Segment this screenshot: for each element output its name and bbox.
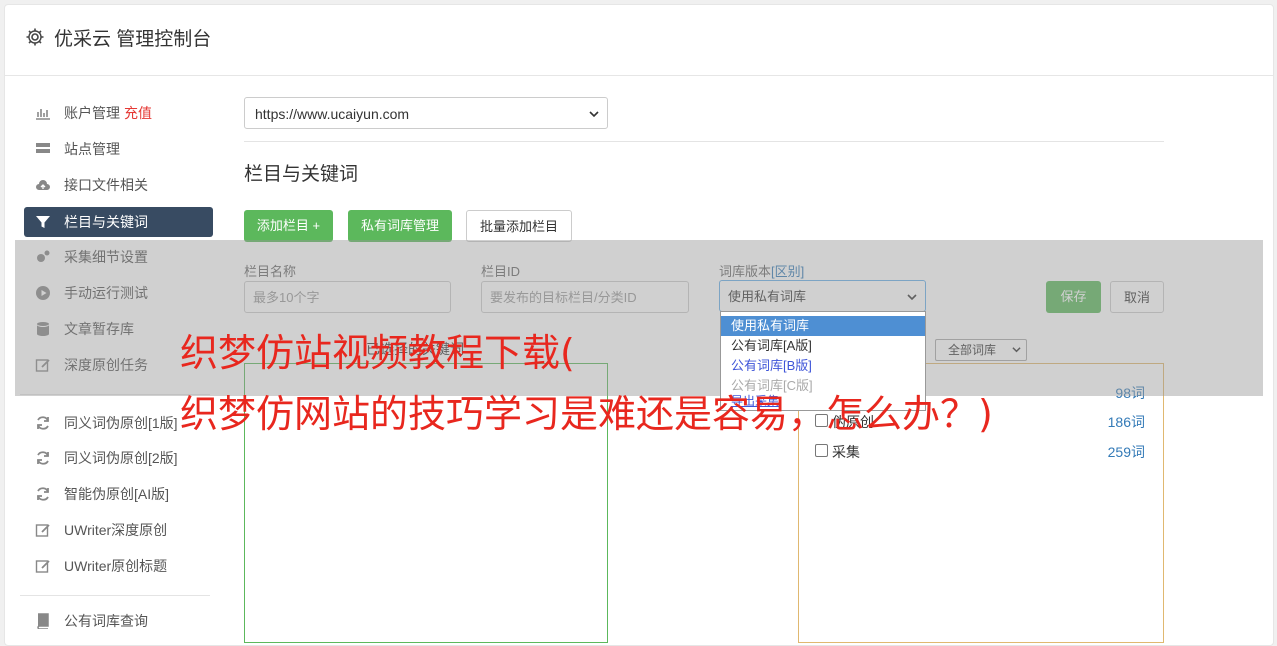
page-title: 优采云 管理控制台 [54,29,212,50]
sidebar-item-label: UWriter原创标题 [64,558,168,574]
sidebar-item-uwriter-title[interactable]: UWriter原创标题 [24,551,213,581]
sidebar-item-label: 同义词伪原创[1版] [64,415,178,431]
sidebar-item-label: 公有词库查询 [64,613,148,629]
sidebar-item-sites[interactable]: 站点管理 [24,134,213,164]
refresh-icon [37,416,49,430]
sidebar-item-ai-rewrite[interactable]: 智能伪原创[AI版] [24,479,213,509]
library-checkbox[interactable] [815,444,828,457]
sidebar-item-label: 同义词伪原创[2版] [64,450,178,466]
library-row[interactable]: 采集 259词 [815,441,1145,461]
site-select-value: https://www.ucaiyun.com [255,106,410,122]
sidebar-item-uwriter-deep[interactable]: UWriter深度原创 [24,515,213,545]
recharge-link[interactable]: 充值 [124,105,152,121]
batch-add-button[interactable]: 批量添加栏目 [466,210,572,242]
sidebar-item-label: 栏目与关键词 [64,214,148,230]
refresh-icon [37,487,49,501]
dropdown-option[interactable]: 使用私有词库 [721,316,925,336]
dropdown-option[interactable]: 公有词库[B版] [721,356,925,376]
bar-chart-icon [36,109,50,120]
edit-icon [35,524,50,537]
server-icon [36,143,50,153]
sidebar-item-public-lib[interactable]: 公有词库查询 [24,606,213,636]
library-name: 采集 [832,444,860,460]
refresh-icon [37,451,49,465]
sidebar-item-label: 接口文件相关 [64,177,148,193]
sidebar-divider [20,595,210,596]
section-title: 栏目与关键词 [244,164,359,185]
divider [244,141,1164,142]
cloud-upload-icon [36,180,50,190]
chevron-down-icon [589,111,599,118]
site-select[interactable]: https://www.ucaiyun.com [244,97,608,129]
overlay-text-line2: 织梦仿网站的技巧学习是难还是容易，怎么办？) [180,392,993,436]
overlay-text-line1: 织梦仿站视频教程下载( [180,331,575,375]
sidebar-item-interface[interactable]: 接口文件相关 [24,170,213,200]
sidebar-item-label: 账户管理 [64,105,120,121]
add-column-button[interactable]: 添加栏目 + [244,210,333,242]
sidebar-item-label: 智能伪原创[AI版] [64,486,170,502]
book-icon [37,613,49,629]
sidebar-item-label: 站点管理 [64,141,120,157]
card-header: 优采云 管理控制台 [5,5,1273,76]
sidebar-item-columns[interactable]: 栏目与关键词 [24,207,213,237]
sidebar-item-label: UWriter深度原创 [64,522,168,538]
gear-icon [26,28,44,46]
edit-icon [35,560,50,573]
private-lib-button[interactable]: 私有词库管理 [348,210,452,242]
filter-icon [36,216,50,228]
dropdown-option[interactable]: 公有词库[A版] [721,336,925,356]
library-count[interactable]: 259词 [1108,442,1145,462]
sidebar-item-synonym-v2[interactable]: 同义词伪原创[2版] [24,443,213,473]
sidebar-item-account[interactable]: 账户管理 充值 [24,98,213,128]
library-count[interactable]: 186词 [1108,412,1145,432]
